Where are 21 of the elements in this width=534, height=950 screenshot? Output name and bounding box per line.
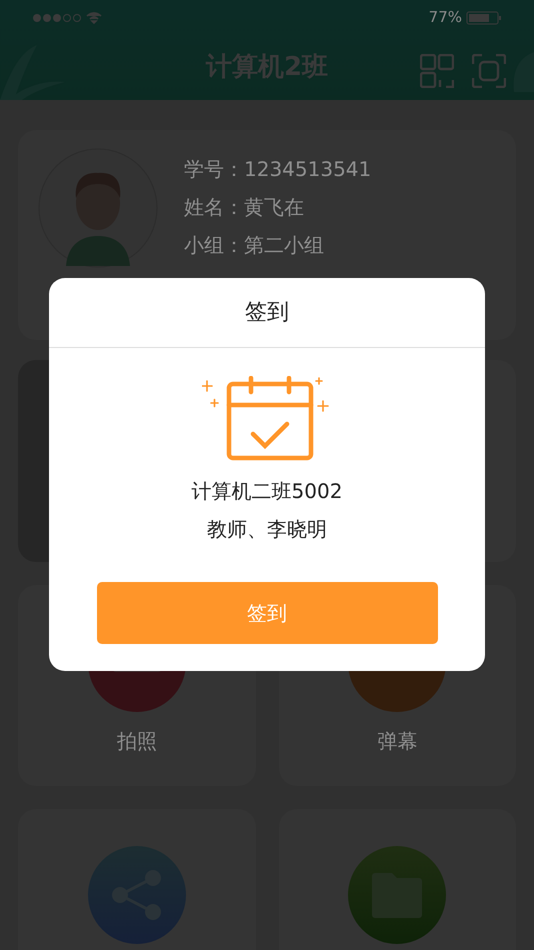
field-value: 第二小组 [244,232,324,259]
scan-icon[interactable] [472,54,506,88]
signal-icon [32,10,104,24]
feature-card[interactable] [278,809,516,950]
field-label: 学号： [184,156,244,183]
check-in-button[interactable]: 签到 [96,582,438,644]
battery-icon [466,10,502,26]
feature-label: 拍照 [116,728,157,755]
field-value: 1234513541 [244,156,372,183]
battery-percent: 77% [428,7,462,28]
teacher-name: 教师、李晓明 [207,516,327,543]
feature-label: 弹幕 [377,728,418,755]
class-name: 计算机二班5002 [192,478,342,505]
field-value: 黄飞在 [244,194,304,221]
dialog-title: 签到 [245,299,289,327]
folder-icon [348,846,446,944]
field-label: 小组： [184,232,244,259]
feature-card[interactable] [18,809,256,950]
qr-code-icon[interactable] [420,54,454,88]
share-icon [88,846,186,944]
field-label: 姓名： [184,194,244,221]
